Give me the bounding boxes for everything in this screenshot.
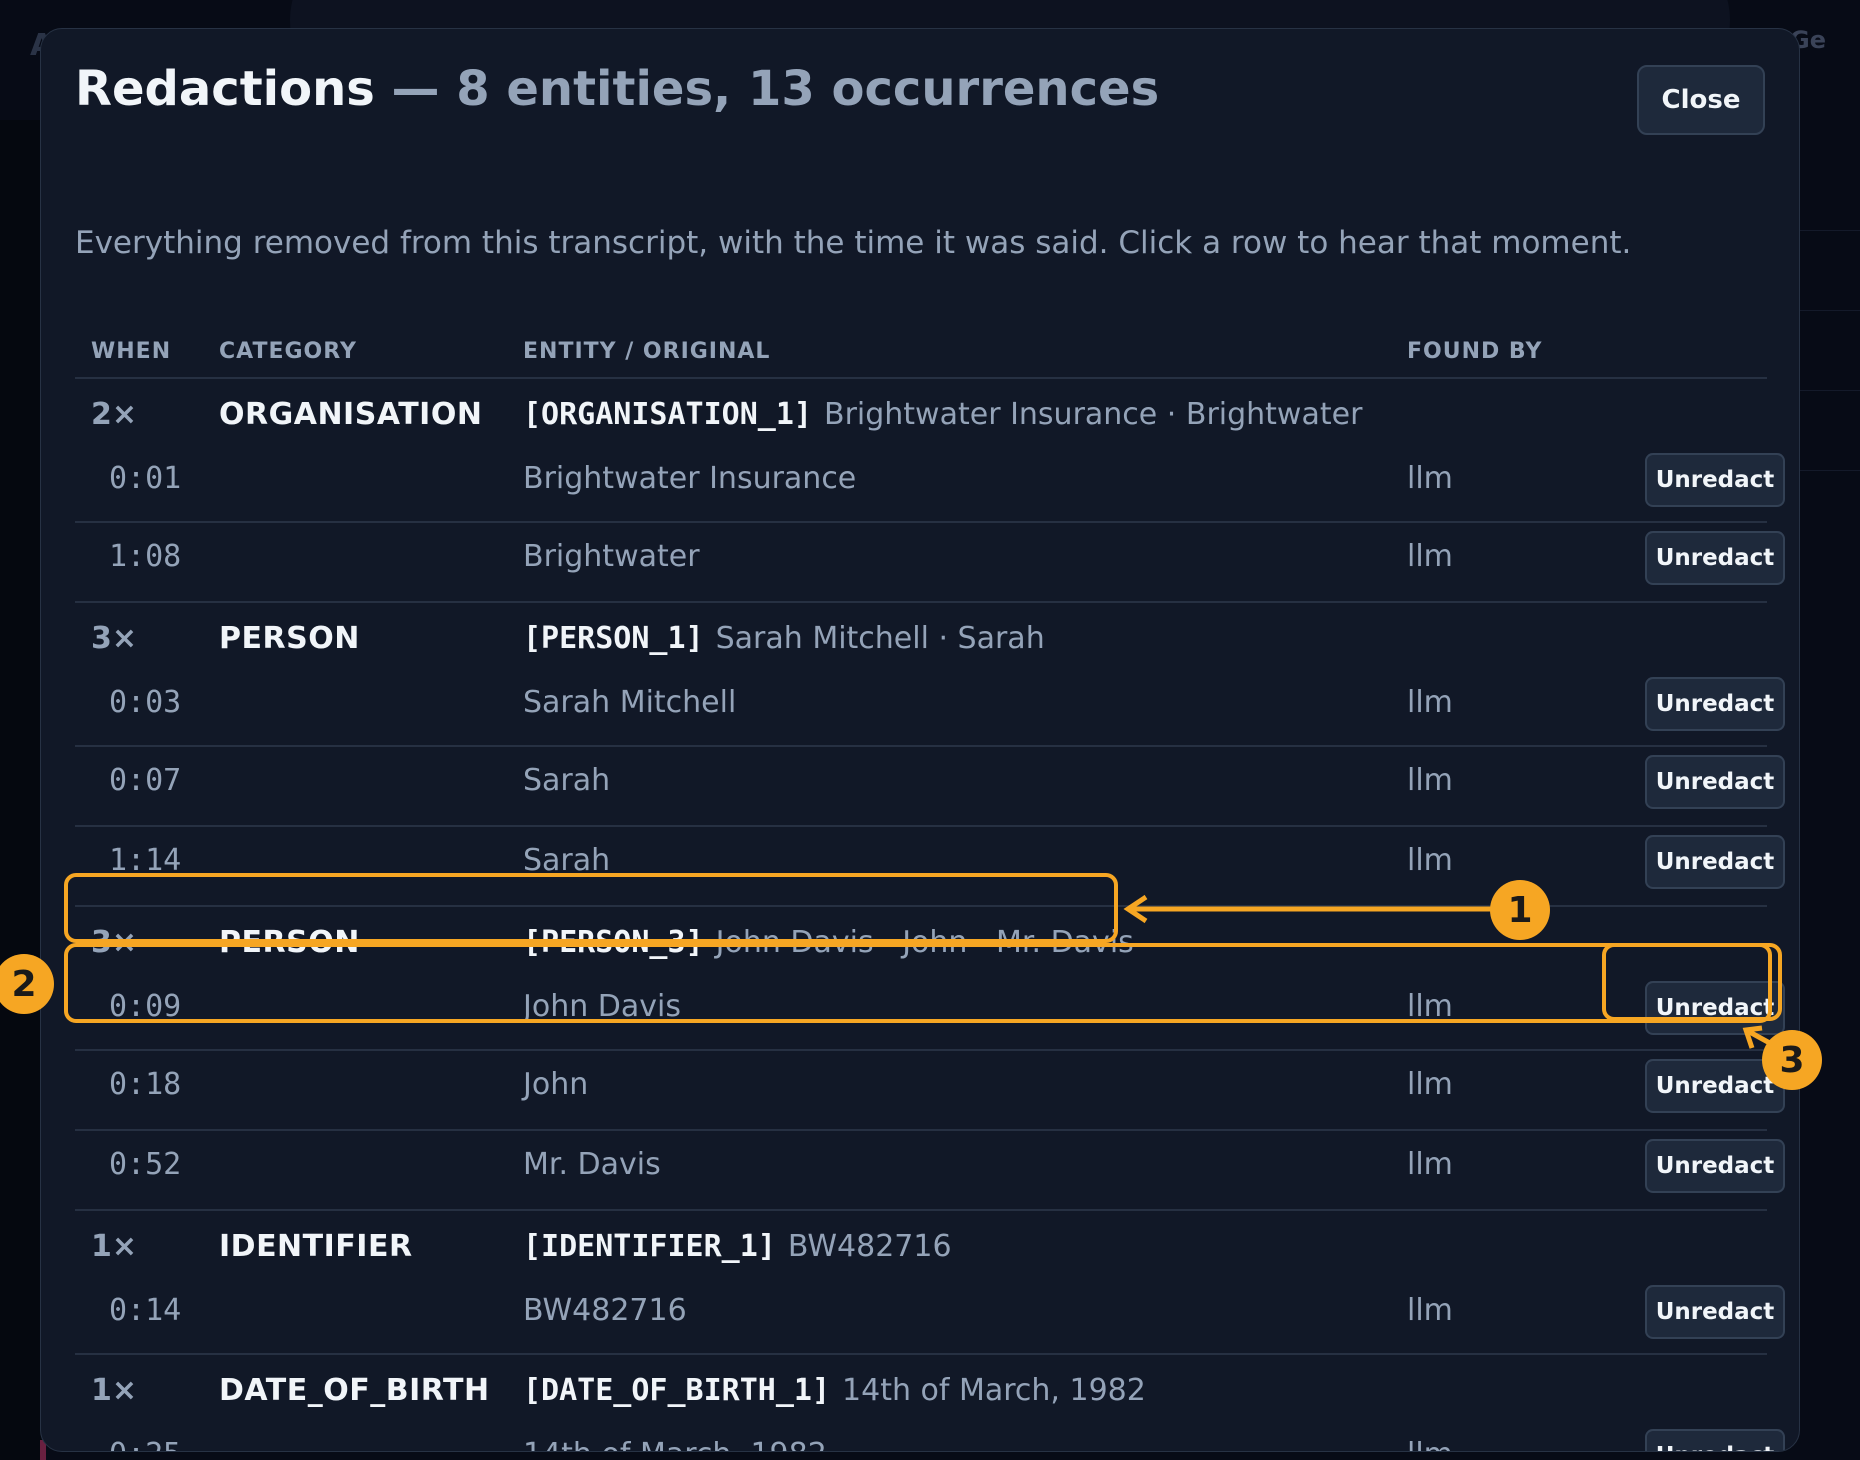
occurrence-row[interactable]: 0:25 14th of March, 1982 llm Unredact (75, 1421, 1785, 1451)
header-entity: ENTITY / ORIGINAL (523, 339, 771, 364)
entity-values: 14th of March, 1982 (842, 1373, 1146, 1408)
entity-category: DATE_OF_BIRTH (219, 1373, 490, 1408)
unredact-button[interactable]: Unredact (1645, 453, 1785, 507)
entity-tag: [ORGANISATION_1] (523, 397, 812, 432)
occurrence-found-by: llm (1407, 1293, 1453, 1328)
modal-header: Redactions — 8 entities, 13 occurrences … (75, 65, 1765, 145)
entity-count: 1× (91, 1373, 138, 1408)
close-button[interactable]: Close (1637, 65, 1765, 135)
annotation-badge-3: 3 (1762, 1030, 1822, 1090)
entity-tag: [IDENTIFIER_1] (523, 1229, 776, 1264)
occurrence-time: 0:25 (109, 1437, 181, 1451)
occurrence-time: 0:18 (109, 1067, 182, 1102)
occurrence-row[interactable]: 0:52 Mr. Davis llm Unredact (75, 1131, 1785, 1211)
occurrence-found-by: llm (1407, 685, 1453, 720)
background-divider (1800, 310, 1860, 311)
background-divider (1800, 470, 1860, 471)
entity-category: ORGANISATION (219, 397, 483, 432)
occurrence-original: John (523, 1067, 589, 1102)
occurrence-found-by: llm (1407, 1147, 1453, 1182)
entity-group-row: 3× PERSON [PERSON_1] Sarah Mitchell · Sarah (75, 603, 1767, 669)
occurrence-row[interactable]: 1:08 Brightwater llm Unredact (75, 523, 1785, 603)
occurrence-found-by: llm (1407, 843, 1453, 878)
occurrence-time: 0:01 (109, 461, 182, 496)
entity-group-row: 2× ORGANISATION [ORGANISATION_1] Brightwate… (75, 379, 1767, 445)
occurrence-found-by: llm (1407, 1437, 1453, 1451)
occurrence-time: 0:52 (109, 1147, 182, 1182)
occurrence-found-by: llm (1407, 461, 1453, 496)
background-sidebar (0, 120, 44, 1460)
annotation-badge-1: 1 (1490, 880, 1550, 940)
unredact-button[interactable]: Unredact (1645, 677, 1785, 731)
entity-summary: [DATE_OF_BIRTH_1] 14th of March, 1982 (523, 1373, 1146, 1408)
background-divider (1800, 230, 1860, 231)
occurrence-found-by: llm (1407, 1067, 1453, 1102)
entity-values: Sarah Mitchell · Sarah (715, 621, 1045, 656)
occurrence-original: Mr. Davis (523, 1147, 661, 1182)
occurrence-time: 0:03 (109, 685, 182, 720)
occurrence-row[interactable]: 0:18 John llm Unredact (75, 1051, 1785, 1131)
unredact-button[interactable]: Unredact (1645, 1139, 1785, 1193)
occurrence-found-by: llm (1407, 539, 1453, 574)
entity-category: IDENTIFIER (219, 1229, 413, 1264)
occurrence-time: 0:14 (109, 1293, 182, 1328)
occurrence-original: Brightwater Insurance (523, 461, 857, 496)
occurrence-original: BW482716 (523, 1293, 687, 1328)
entity-values: BW482716 (787, 1229, 952, 1264)
table-header-row: WHEN CATEGORY ENTITY / ORIGINAL FOUND BY (75, 317, 1767, 379)
occurrence-time: 1:08 (109, 539, 182, 574)
entity-count: 3× (91, 621, 138, 656)
occurrence-time: 0:07 (109, 763, 182, 798)
entity-group-row: 1× IDENTIFIER [IDENTIFIER_1] BW482716 (75, 1211, 1767, 1277)
entity-category: PERSON (219, 621, 360, 656)
entity-summary: [IDENTIFIER_1] BW482716 (523, 1229, 952, 1264)
occurrence-original: 14th of March, 1982 (523, 1437, 827, 1451)
header-found-by: FOUND BY (1407, 339, 1543, 364)
background-divider (1800, 390, 1860, 391)
header-category: CATEGORY (219, 339, 357, 364)
occurrence-row[interactable]: 0:07 Sarah llm Unredact (75, 747, 1785, 827)
annotation-box-occurrence-row (64, 943, 1772, 1023)
entity-count: 1× (91, 1229, 138, 1264)
annotation-box-group-header (64, 873, 1118, 943)
entity-summary: [PERSON_1] Sarah Mitchell · Sarah (523, 621, 1045, 656)
annotation-box-unredact-button (1602, 943, 1782, 1021)
occurrence-original: Brightwater (523, 539, 700, 574)
entity-tag: [PERSON_1] (523, 621, 704, 656)
modal-title-summary: — 8 entities, 13 occurrences (374, 61, 1160, 117)
entity-values: Brightwater Insurance · Brightwater (823, 397, 1363, 432)
entity-group-row: 1× DATE_OF_BIRTH [DATE_OF_BIRTH_1] 14th of … (75, 1355, 1767, 1421)
modal-title: Redactions — 8 entities, 13 occurrences (75, 65, 1159, 113)
occurrence-row[interactable]: 0:01 Brightwater Insurance llm Unredact (75, 445, 1785, 523)
entity-count: 2× (91, 397, 138, 432)
occurrence-original: Sarah Mitchell (523, 685, 737, 720)
entity-tag: [DATE_OF_BIRTH_1] (523, 1373, 831, 1408)
unredact-button[interactable]: Unredact (1645, 1285, 1785, 1339)
occurrence-original: Sarah (523, 763, 611, 798)
redactions-modal: Redactions — 8 entities, 13 occurrences … (40, 28, 1800, 1452)
occurrence-row[interactable]: 0:03 Sarah Mitchell llm Unredact (75, 669, 1785, 747)
header-when: WHEN (91, 339, 172, 364)
modal-description: Everything removed from this transcript,… (75, 225, 1632, 261)
unredact-button[interactable]: Unredact (1645, 755, 1785, 809)
occurrence-found-by: llm (1407, 763, 1453, 798)
unredact-button[interactable]: Unredact (1645, 531, 1785, 585)
unredact-button[interactable]: Unredact (1645, 1429, 1785, 1451)
modal-title-main: Redactions (75, 61, 375, 117)
occurrence-row[interactable]: 0:14 BW482716 llm Unredact (75, 1277, 1785, 1355)
entity-summary: [ORGANISATION_1] Brightwater Insurance · … (523, 397, 1362, 432)
unredact-button[interactable]: Unredact (1645, 835, 1785, 889)
